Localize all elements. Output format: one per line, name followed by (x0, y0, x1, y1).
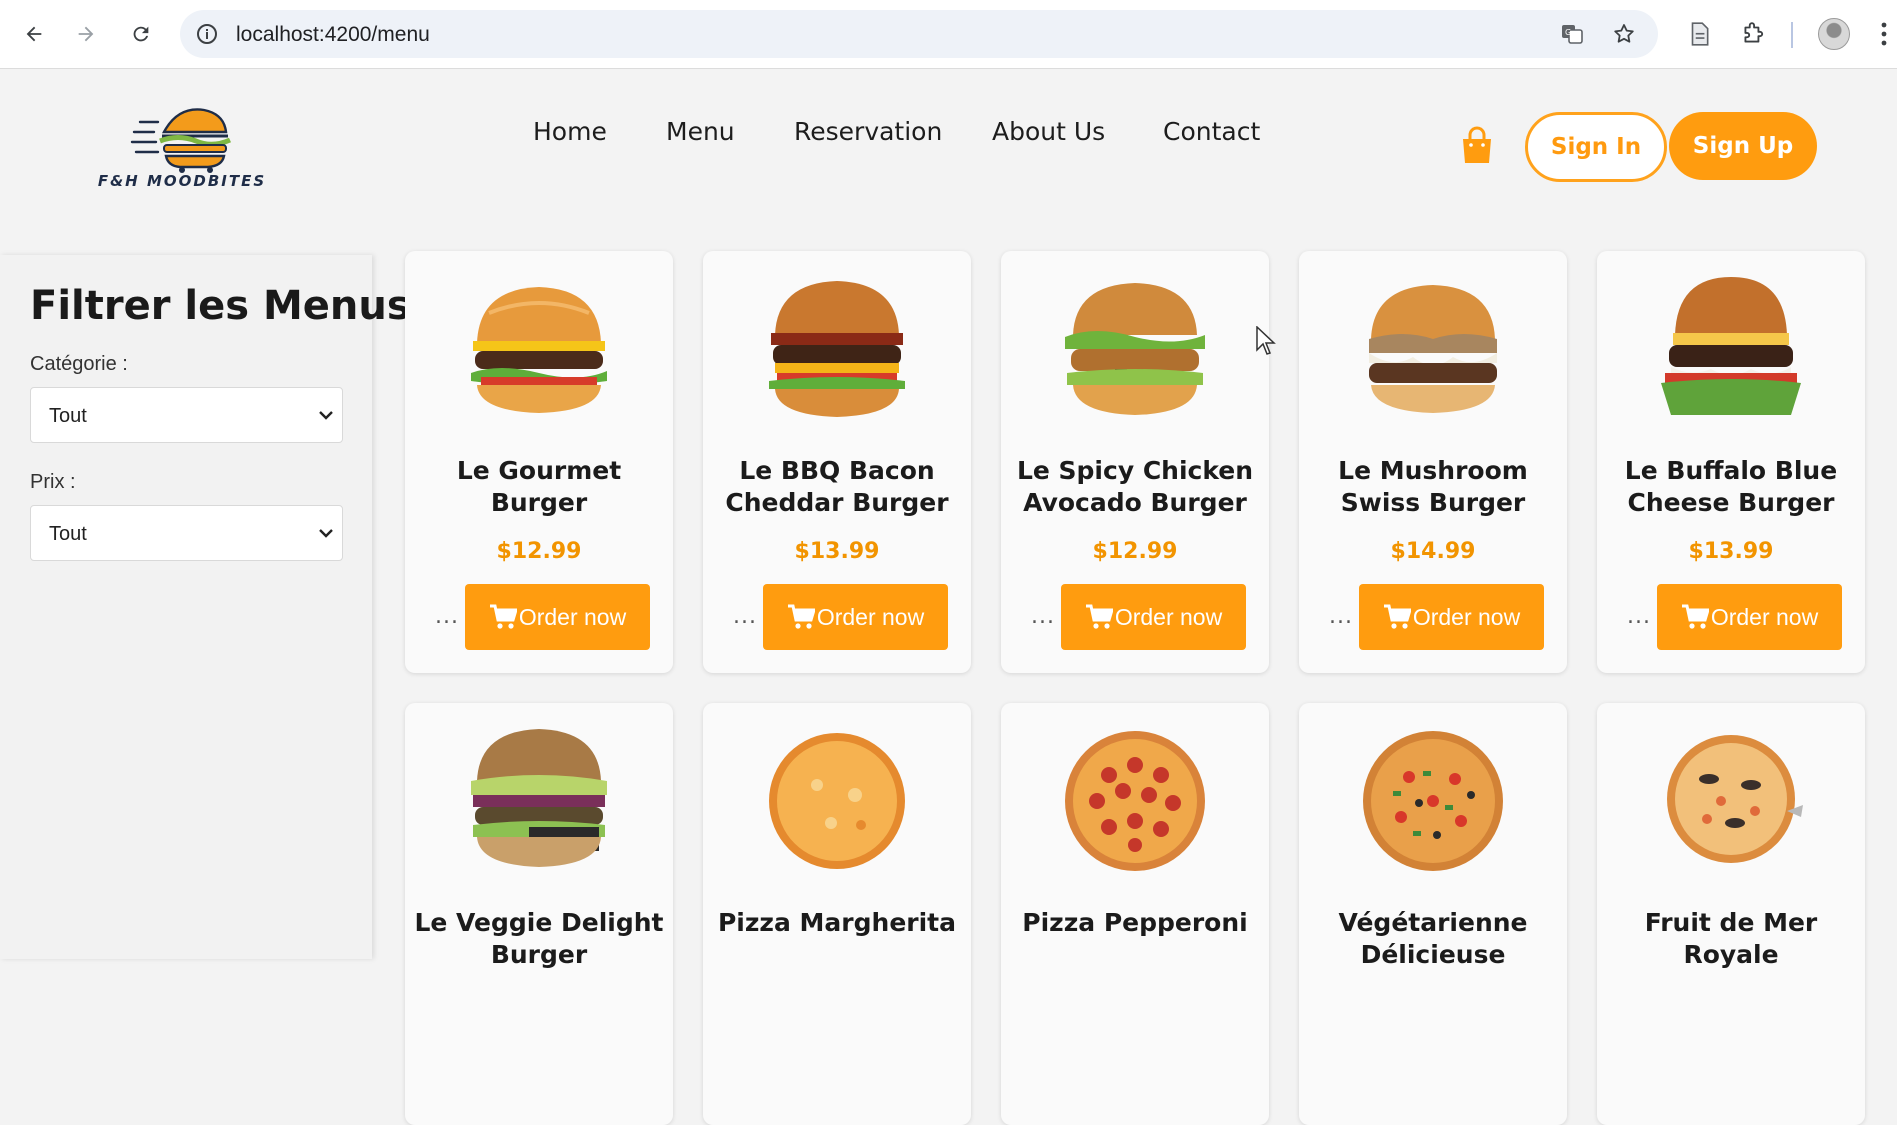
filter-title: Filtrer les Menus (30, 283, 411, 329)
category-select-value: Tout (49, 405, 87, 427)
more-options[interactable]: ... (1329, 604, 1353, 629)
product-name: Le Veggie Delight Burger (414, 908, 664, 969)
more-options[interactable]: ... (1031, 604, 1055, 629)
nav-reservation[interactable]: Reservation (794, 117, 942, 146)
product-name: Végétarienne Délicieuse (1338, 908, 1528, 969)
product-name: Le Gourmet Burger (456, 456, 622, 517)
product-price: $13.99 (794, 539, 880, 564)
order-now-label: Order now (1710, 603, 1819, 630)
product-price: $12.99 (496, 539, 582, 564)
burger-image (471, 729, 607, 867)
more-menu-icon[interactable] (1880, 20, 1888, 48)
site-logo[interactable]: F&H MOODBITES (92, 100, 272, 195)
svg-text:G: G (1565, 28, 1571, 37)
bookmark-star-icon[interactable] (1612, 22, 1636, 46)
burger-image (769, 281, 905, 417)
product-name: Le BBQ Bacon Cheddar Burger (725, 456, 949, 517)
shopping-bag-icon[interactable] (1459, 126, 1495, 166)
product-name: Pizza Margherita (717, 908, 956, 937)
product-price: $12.99 (1092, 539, 1178, 564)
chevron-down-icon (319, 529, 333, 538)
product-card[interactable]: Le BBQ Bacon Cheddar Burger $13.99 ... O… (703, 251, 971, 673)
url-text[interactable]: localhost:4200/menu (236, 23, 430, 47)
extensions-icon[interactable] (1740, 21, 1766, 47)
price-label: Prix : (30, 471, 76, 493)
chevron-down-icon (319, 411, 333, 420)
reading-list-icon[interactable] (1686, 21, 1712, 47)
product-name: Pizza Pepperoni (1022, 908, 1248, 937)
order-now-button[interactable]: Order now (1359, 584, 1544, 650)
cart-icon (787, 604, 815, 629)
more-options[interactable]: ... (733, 604, 757, 629)
product-card[interactable]: Pizza Pepperoni (1001, 703, 1269, 1125)
nav-about-us[interactable]: About Us (992, 117, 1105, 146)
pizza-image (1065, 731, 1205, 871)
product-name: Le Mushroom Swiss Burger (1338, 456, 1528, 517)
product-name: Fruit de Mer Royale (1644, 908, 1818, 969)
product-price: $13.99 (1688, 539, 1774, 564)
pizza-image (1667, 735, 1803, 863)
cart-icon (1383, 604, 1411, 629)
product-card[interactable]: Le Veggie Delight Burger (405, 703, 673, 1125)
logo-text: F&H MOODBITES (97, 172, 267, 190)
order-now-label: Order now (518, 603, 627, 630)
product-card[interactable]: Pizza Margherita (703, 703, 971, 1125)
product-card[interactable]: Le Gourmet Burger $12.99 ... Order now (405, 251, 673, 673)
order-now-label: Order now (1114, 603, 1223, 630)
burger-logo-icon (130, 108, 232, 173)
forward-icon[interactable] (72, 20, 100, 48)
product-card[interactable]: Le Mushroom Swiss Burger $14.99 ... Orde… (1299, 251, 1567, 673)
more-options[interactable]: ... (1627, 604, 1651, 629)
nav-contact[interactable]: Contact (1163, 117, 1260, 146)
product-card[interactable]: Végétarienne Délicieuse (1299, 703, 1567, 1125)
back-icon[interactable] (20, 20, 48, 48)
profile-avatar[interactable] (1818, 18, 1850, 50)
filter-sidebar: Filtrer les Menus Catégorie : Tout Prix … (0, 255, 411, 959)
order-now-label: Order now (816, 603, 925, 630)
price-select[interactable]: Tout (30, 505, 343, 561)
order-now-label: Order now (1412, 603, 1521, 630)
order-now-button[interactable]: Order now (1061, 584, 1246, 650)
burger-image (471, 287, 607, 413)
product-card[interactable]: Fruit de Mer Royale (1597, 703, 1865, 1125)
pizza-image (769, 733, 905, 869)
price-select-value: Tout (49, 523, 87, 545)
burger-image (1661, 277, 1801, 415)
burger-image (1369, 285, 1497, 413)
reload-icon[interactable] (127, 20, 155, 48)
nav-menu[interactable]: Menu (666, 117, 735, 146)
site-info-icon[interactable] (195, 22, 219, 46)
product-name: Le Spicy Chicken Avocado Burger (1016, 456, 1254, 517)
product-card[interactable]: Le Buffalo Blue Cheese Burger $13.99 ...… (1597, 251, 1865, 673)
burger-image (1065, 283, 1205, 415)
cart-icon (489, 604, 517, 629)
product-price: $14.99 (1390, 539, 1476, 564)
category-select[interactable]: Tout (30, 387, 343, 443)
product-card[interactable]: Le Spicy Chicken Avocado Burger $12.99 .… (1001, 251, 1269, 673)
order-now-button[interactable]: Order now (1657, 584, 1842, 650)
sign-up-button[interactable]: Sign Up (1669, 112, 1817, 180)
sign-in-button[interactable]: Sign In (1525, 112, 1667, 182)
more-options[interactable]: ... (435, 604, 459, 629)
nav-home[interactable]: Home (533, 117, 607, 146)
order-now-button[interactable]: Order now (763, 584, 948, 650)
order-now-button[interactable]: Order now (465, 584, 650, 650)
address-bar[interactable]: localhost:4200/menu G (180, 10, 1658, 58)
toolbar-divider (1791, 22, 1793, 48)
browser-toolbar: localhost:4200/menu G (0, 0, 1897, 69)
category-label: Catégorie : (30, 353, 128, 375)
cart-icon (1681, 604, 1709, 629)
mouse-cursor-icon (1256, 326, 1276, 355)
translate-icon[interactable]: G (1560, 22, 1584, 46)
cart-icon (1085, 604, 1113, 629)
pizza-image (1363, 731, 1503, 871)
product-name: Le Buffalo Blue Cheese Burger (1624, 456, 1838, 517)
